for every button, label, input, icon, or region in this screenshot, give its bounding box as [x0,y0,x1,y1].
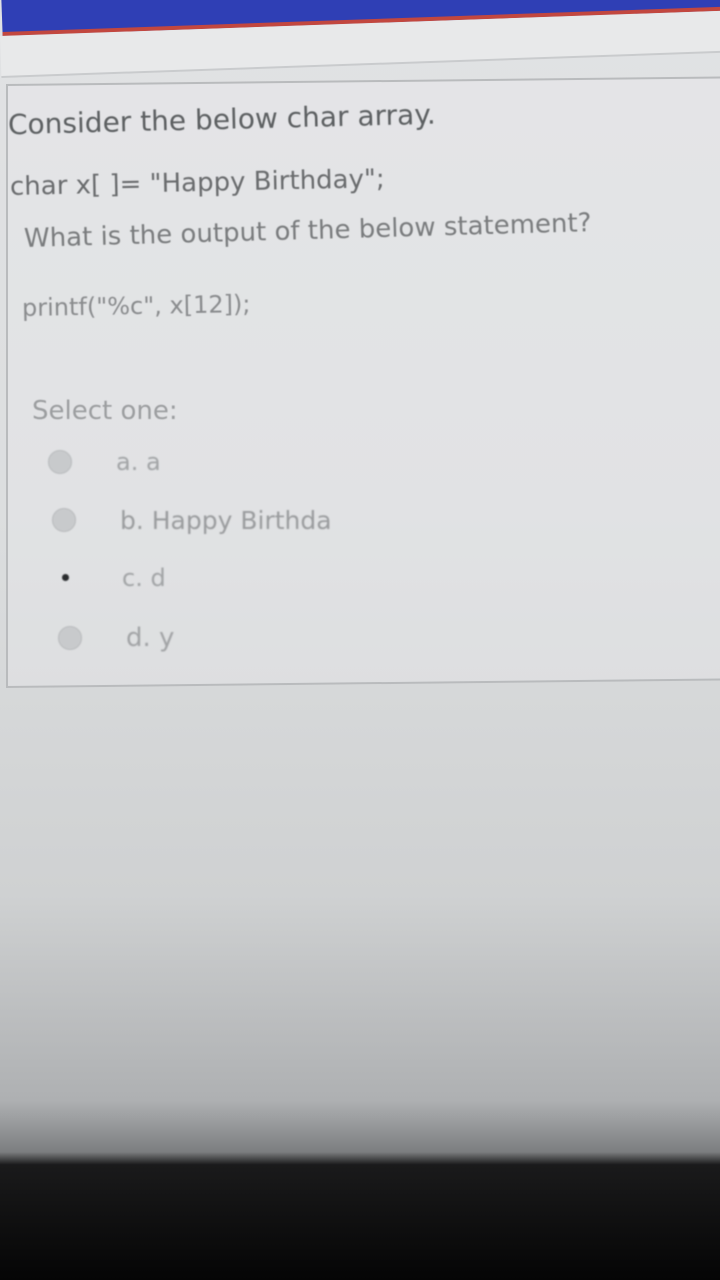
radio-button-selected-icon[interactable] [54,566,78,590]
answer-option-d[interactable]: d. y [58,620,174,656]
answer-option-c[interactable]: c. d [54,560,166,596]
answer-option-b[interactable]: b. Happy Birthda [52,502,332,538]
answer-option-label: b. Happy Birthda [120,505,332,535]
question-code-statement: printf("%c", x[12]); [21,290,251,322]
radio-button-icon[interactable] [48,450,72,474]
select-one-label: Select one: [32,396,178,426]
answer-option-label: d. y [126,623,175,653]
answer-option-label: c. d [122,564,166,592]
answer-option-label: a. a [116,448,161,476]
radio-button-icon[interactable] [58,626,82,650]
answer-option-a[interactable]: a. a [48,444,161,480]
quiz-screen: Consider the below char array. char x[ ]… [0,0,720,1280]
radio-button-icon[interactable] [52,508,76,532]
